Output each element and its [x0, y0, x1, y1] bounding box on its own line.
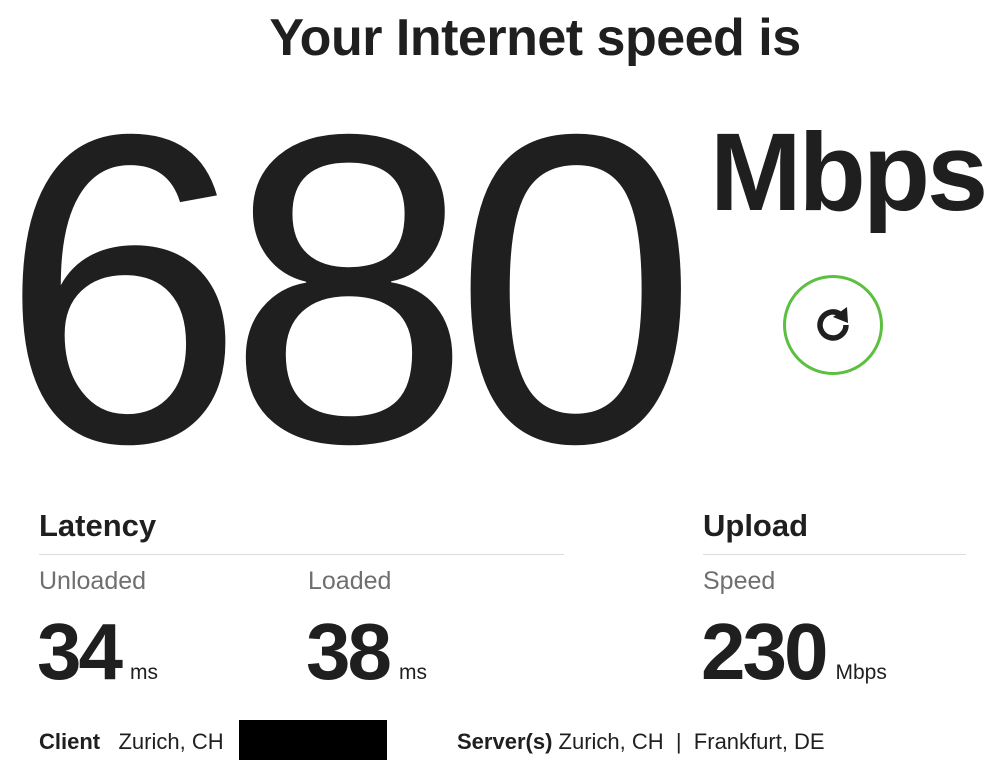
latency-loaded-value: 38	[306, 607, 392, 696]
server-locations: Zurich, CH | Frankfurt, DE	[558, 729, 825, 754]
latency-unloaded-metric: 34 ms	[37, 606, 158, 698]
upload-speed-value: 230	[701, 607, 828, 696]
redacted-ip	[239, 720, 387, 760]
client-info: Client Zurich, CH	[39, 729, 224, 755]
upload-speed-unit: Mbps	[835, 661, 887, 684]
download-speed-unit: Mbps	[710, 111, 988, 234]
client-location: Zurich, CH	[118, 729, 224, 754]
refresh-icon	[817, 307, 849, 341]
latency-unloaded-value: 34	[37, 607, 123, 696]
client-label: Client	[39, 729, 101, 754]
latency-unloaded-label: Unloaded	[39, 567, 147, 595]
latency-title: Latency	[39, 508, 157, 543]
upload-title: Upload	[703, 508, 809, 543]
server-label: Server(s)	[457, 729, 553, 754]
latency-loaded-label: Loaded	[308, 567, 392, 595]
server-info: Server(s) Zurich, CH | Frankfurt, DE	[457, 729, 825, 755]
latency-loaded-metric: 38 ms	[306, 606, 427, 698]
upload-speed-label: Speed	[703, 567, 776, 595]
latency-divider	[39, 554, 564, 555]
refresh-button[interactable]	[783, 275, 883, 375]
upload-divider	[703, 554, 966, 555]
latency-loaded-unit: ms	[398, 661, 427, 684]
upload-speed-metric: 230 Mbps	[701, 606, 887, 698]
latency-unloaded-unit: ms	[129, 661, 158, 684]
download-speed-value: 680	[0, 44, 698, 535]
